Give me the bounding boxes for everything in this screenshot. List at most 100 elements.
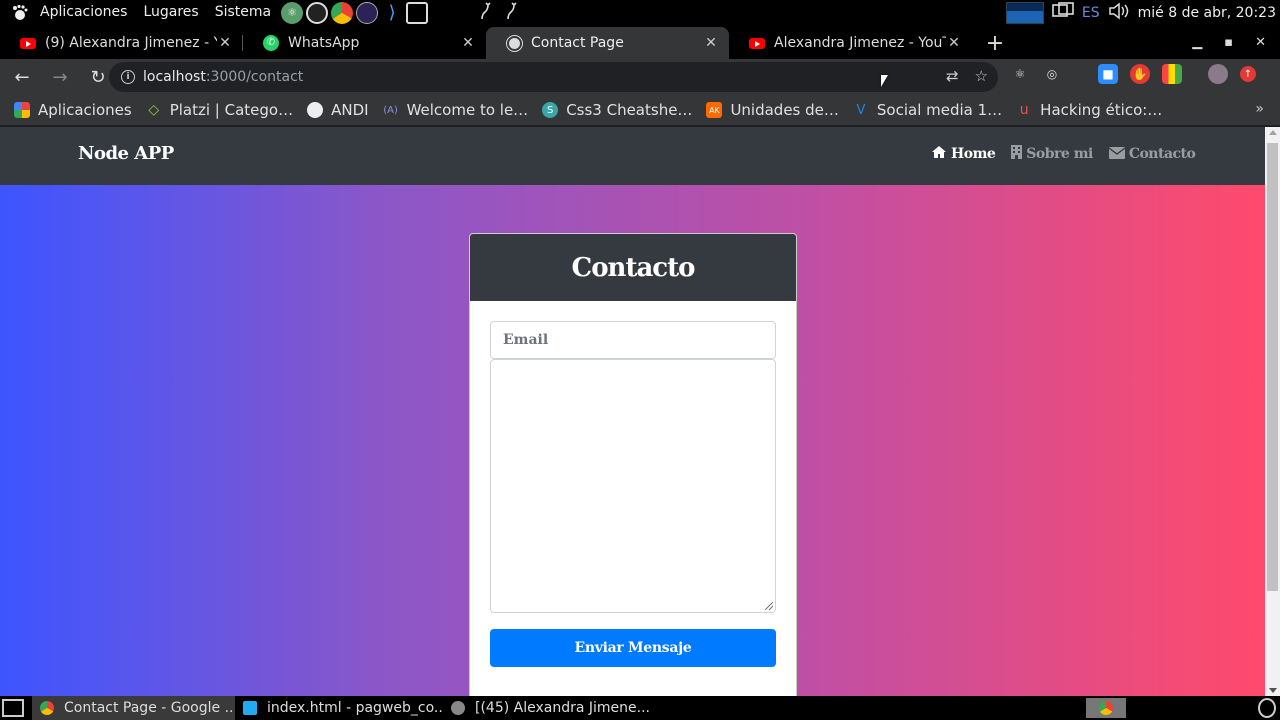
nav-link-sobre-mi[interactable]: Sobre mi: [1011, 145, 1093, 163]
mouse-cursor: [881, 75, 888, 87]
show-desktop-icon[interactable]: [2, 699, 24, 717]
close-icon[interactable]: ✕: [460, 35, 476, 51]
contact-card: Contacto Email Enviar Mensaje: [469, 233, 797, 696]
network-cable-icon[interactable]: [505, 1, 523, 25]
volume-icon[interactable]: [1108, 1, 1130, 24]
nav-link-label: Contacto: [1128, 146, 1196, 162]
window-controls: ▁ ▪ ✕: [1192, 25, 1280, 59]
menu-aplicaciones[interactable]: Aplicaciones: [32, 0, 135, 25]
scroll-down-icon[interactable]: [1269, 688, 1277, 693]
display-settings-icon[interactable]: [1052, 1, 1074, 24]
bookmark-aplicaciones[interactable]: Aplicaciones: [14, 101, 132, 119]
site-navbar: Node APP Home Sobre mi Contacto: [0, 127, 1265, 185]
tab-contact-page[interactable]: Contact Page ✕: [486, 27, 729, 59]
gimp-launcher-icon[interactable]: [306, 1, 329, 24]
zoom-extension-icon[interactable]: ■: [1098, 64, 1118, 84]
bookmark-hacking[interactable]: u Hacking ético:…: [1016, 101, 1163, 119]
bookmark-label: Css3 Cheatshe…: [566, 101, 693, 119]
resize-handle[interactable]: [765, 602, 773, 610]
tab-title: WhatsApp: [288, 35, 360, 51]
bookmark-css3[interactable]: S Css3 Cheatshe…: [542, 101, 692, 119]
close-icon[interactable]: ✕: [703, 35, 719, 51]
message-textarea[interactable]: [490, 359, 776, 613]
taskbar-item-vscode[interactable]: index.html - pagweb_co...: [235, 696, 443, 720]
nav-link-label: Home: [951, 146, 996, 162]
send-message-button[interactable]: Enviar Mensaje: [490, 629, 776, 667]
bookmark-label: Unidades de…: [730, 101, 839, 119]
nav-link-label: Sobre mi: [1026, 146, 1093, 162]
bookmark-andi[interactable]: ANDI: [307, 101, 369, 119]
platzi-icon: ◇: [148, 102, 160, 118]
css-icon: S: [542, 102, 559, 118]
address-bar[interactable]: i localhost:3000/contact ⇄ ☆: [109, 62, 998, 92]
globe-icon: [307, 102, 324, 118]
bookmarks-bar: Aplicaciones ◇ Platzi | Catego… ANDI (A)…: [0, 95, 1280, 126]
taskbar-item-youtube[interactable]: [(45) Alexandra Jimene...: [443, 696, 651, 720]
task-label: Contact Page - Google ...: [64, 700, 235, 716]
tab-youtube-2[interactable]: Alexandra Jimenez - YouTube ✕: [729, 27, 972, 59]
site-brand[interactable]: Node APP: [78, 143, 174, 164]
scroll-up-icon[interactable]: [1269, 130, 1277, 135]
tab-whatsapp[interactable]: ✆ WhatsApp ✕: [243, 27, 486, 59]
workspace-switcher[interactable]: [1086, 698, 1126, 718]
tab-youtube-1[interactable]: (9) Alexandra Jimenez - YouTube ✕: [0, 27, 243, 59]
atom-launcher-icon[interactable]: ⚛: [281, 1, 304, 24]
globe-icon: [506, 35, 522, 51]
avatar[interactable]: [1208, 64, 1228, 84]
building-icon: [1011, 145, 1023, 163]
email-field[interactable]: Email: [490, 321, 776, 359]
chevron-right-icon[interactable]: »: [1255, 101, 1264, 117]
translate-icon[interactable]: ⇄: [946, 67, 959, 85]
update-icon[interactable]: ↑: [1240, 66, 1256, 82]
bookmark-social-media[interactable]: V Social media 1…: [853, 101, 1002, 119]
page-viewport: Node APP Home Sobre mi Contacto Contacto…: [0, 127, 1265, 696]
youtube-icon: [20, 35, 36, 51]
bookmark-label: Hacking ético:…: [1040, 101, 1163, 119]
taskbar-item-chrome[interactable]: Contact Page - Google ...: [32, 696, 235, 720]
color-extension-icon[interactable]: [1162, 64, 1182, 84]
back-arrow-icon[interactable]: ←: [6, 61, 38, 93]
nav-link-contacto[interactable]: Contacto: [1108, 145, 1196, 163]
close-icon[interactable]: ✕: [946, 35, 962, 51]
menu-sistema[interactable]: Sistema: [207, 0, 279, 25]
menu-lugares[interactable]: Lugares: [135, 0, 206, 25]
new-tab-button[interactable]: +: [980, 27, 1010, 59]
chrome-icon: [451, 701, 465, 715]
page-scrollbar[interactable]: [1265, 127, 1280, 696]
system-monitor-graph[interactable]: [1005, 1, 1044, 24]
chrome-launcher-icon[interactable]: [331, 1, 354, 24]
close-window-icon[interactable]: ✕: [1255, 35, 1266, 50]
bookmark-star-icon[interactable]: ☆: [975, 67, 988, 85]
nav-link-home[interactable]: Home: [931, 145, 996, 163]
keyboard-layout-indicator[interactable]: ES: [1082, 5, 1100, 21]
forward-arrow-icon[interactable]: →: [44, 61, 76, 93]
vscode-launcher-icon[interactable]: ⟩: [381, 2, 403, 24]
tab-title: Alexandra Jimenez - YouTube: [774, 35, 946, 51]
eclipse-launcher-icon[interactable]: [356, 1, 379, 24]
bookmark-unidades[interactable]: AK Unidades de…: [706, 101, 839, 119]
tab-title: (9) Alexandra Jimenez - YouTube: [45, 35, 217, 51]
react-devtools-icon[interactable]: ⚛: [1010, 64, 1030, 84]
task-label: [(45) Alexandra Jimene...: [475, 700, 650, 716]
url-host: localhost: [143, 69, 206, 85]
hand-extension-icon[interactable]: ✋: [1130, 64, 1150, 84]
bookmark-label: ANDI: [331, 101, 369, 119]
bookmark-welcome[interactable]: (A) Welcome to le…: [383, 101, 528, 119]
trash-icon[interactable]: [1258, 698, 1276, 718]
browser-tab-strip: (9) Alexandra Jimenez - YouTube ✕ ✆ What…: [0, 25, 1280, 59]
screenshot-launcher-icon[interactable]: [406, 1, 429, 24]
target-extension-icon[interactable]: ◎: [1042, 64, 1062, 84]
bookmark-label: Aplicaciones: [38, 101, 132, 119]
close-icon[interactable]: ✕: [217, 35, 233, 51]
minimize-icon[interactable]: ▁: [1192, 35, 1202, 50]
clock[interactable]: mié 8 de abr, 20:23: [1138, 5, 1276, 21]
scrollbar-thumb[interactable]: [1267, 143, 1278, 591]
bookmark-platzi[interactable]: ◇ Platzi | Catego…: [146, 101, 293, 119]
maximize-icon[interactable]: ▪: [1224, 35, 1233, 50]
site-nav-links: Home Sobre mi Contacto: [931, 145, 1196, 163]
network-cable-icon[interactable]: [479, 1, 497, 25]
gnome-foot-icon[interactable]: [8, 2, 32, 24]
browser-toolbar: ← → ↻ i localhost:3000/contact ⇄ ☆ ⚛ ◎ ■…: [0, 59, 1280, 95]
site-info-icon[interactable]: i: [121, 70, 135, 84]
